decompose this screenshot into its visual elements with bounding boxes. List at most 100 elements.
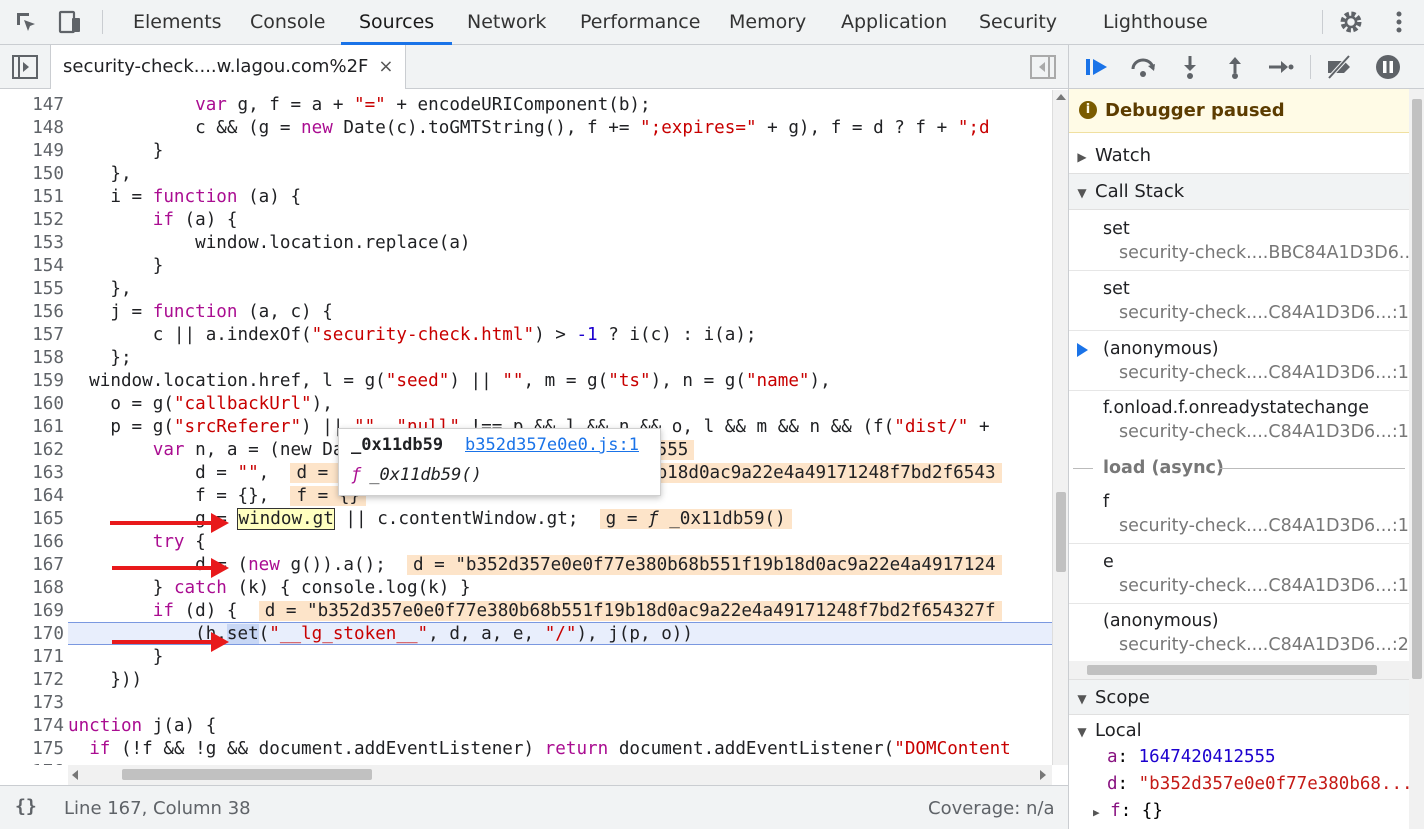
line-number[interactable]: 147 xyxy=(0,94,64,117)
line-number[interactable]: 171 xyxy=(0,646,64,669)
scroll-up-icon[interactable] xyxy=(1056,94,1066,100)
step-out-icon[interactable] xyxy=(1221,53,1249,81)
line-number[interactable]: 168 xyxy=(0,577,64,600)
line-number[interactable]: 170 xyxy=(0,623,64,646)
call-frame[interactable]: f security-check....C84A1D3D6...:13 xyxy=(1069,484,1420,544)
line-number[interactable]: 149 xyxy=(0,140,64,163)
code-line[interactable]: }; xyxy=(68,347,131,370)
scroll-right-icon[interactable] xyxy=(1040,770,1046,780)
line-number[interactable]: 165 xyxy=(0,508,64,531)
line-number[interactable]: 175 xyxy=(0,738,64,761)
line-number[interactable]: 157 xyxy=(0,324,64,347)
tab-performance[interactable]: Performance xyxy=(580,0,700,45)
tab-sources[interactable]: Sources xyxy=(341,0,453,45)
tab-network[interactable]: Network xyxy=(467,0,546,45)
sidebar-vertical-scrollbar[interactable] xyxy=(1409,89,1424,829)
code-line[interactable]: i = function (a) { xyxy=(68,186,301,209)
line-number[interactable]: 148 xyxy=(0,117,64,140)
settings-gear-icon[interactable] xyxy=(1337,8,1365,36)
line-number[interactable]: 156 xyxy=(0,301,64,324)
scroll-left-icon[interactable] xyxy=(72,770,78,780)
call-frame-current[interactable]: (anonymous) security-check....C84A1D3D6.… xyxy=(1069,331,1420,391)
code-line[interactable]: o = g("callbackUrl"), xyxy=(68,393,332,416)
tab-memory[interactable]: Memory xyxy=(729,0,806,45)
line-number[interactable]: 153 xyxy=(0,232,64,255)
scrollbar-thumb[interactable] xyxy=(1087,665,1377,675)
toggle-debugger-icon[interactable] xyxy=(1030,55,1056,79)
line-number[interactable]: 158 xyxy=(0,347,64,370)
line-number[interactable]: 152 xyxy=(0,209,64,232)
line-number[interactable]: 163 xyxy=(0,462,64,485)
line-number[interactable]: 154 xyxy=(0,255,64,278)
line-number[interactable]: 151 xyxy=(0,186,64,209)
coverage-status[interactable]: Coverage: n/a xyxy=(928,798,1055,819)
tab-security[interactable]: Security xyxy=(979,0,1057,45)
code-line[interactable]: if (a) { xyxy=(68,209,238,232)
code-line[interactable]: if (!f && !g && document.addEventListene… xyxy=(68,738,1011,761)
more-options-icon[interactable] xyxy=(1385,8,1413,36)
call-stack-horizontal-scrollbar[interactable] xyxy=(1069,661,1409,679)
scope-variable[interactable]: d: "b352d357e0e0f77e380b68... xyxy=(1107,774,1413,794)
scrollbar-thumb[interactable] xyxy=(1056,492,1066,572)
code-line[interactable]: window.location.href, l = g("seed") || "… xyxy=(68,370,831,393)
toggle-navigator-icon[interactable] xyxy=(12,55,38,79)
code-line[interactable]: }, xyxy=(68,278,131,301)
local-scope-header[interactable]: ▼ Local xyxy=(1069,717,1141,745)
line-number[interactable]: 174 xyxy=(0,715,64,738)
tab-console[interactable]: Console xyxy=(250,0,325,45)
tab-lighthouse[interactable]: Lighthouse xyxy=(1103,0,1208,45)
line-number[interactable]: 172 xyxy=(0,669,64,692)
code-line[interactable]: } xyxy=(68,140,164,163)
code-line[interactable]: } xyxy=(68,646,164,669)
resume-icon[interactable] xyxy=(1083,53,1111,81)
tab-elements[interactable]: Elements xyxy=(133,0,222,45)
line-number[interactable]: 160 xyxy=(0,393,64,416)
code-line[interactable]: window.location.replace(a) xyxy=(68,232,470,255)
step-over-icon[interactable] xyxy=(1129,53,1157,81)
device-toggle-icon[interactable] xyxy=(56,8,84,36)
code-line[interactable]: if (d) { d = "b352d357e0e0f77e380b68b551… xyxy=(68,600,1002,623)
line-number[interactable]: 162 xyxy=(0,439,64,462)
code-line[interactable]: c && (g = new Date(c).toGMTString(), f +… xyxy=(68,117,990,140)
pause-on-exceptions-icon[interactable] xyxy=(1374,53,1402,81)
call-frame[interactable]: (anonymous) security-check....C84A1D3D6.… xyxy=(1069,603,1420,663)
call-stack-section-header[interactable]: ▼ Call Stack xyxy=(1069,174,1409,210)
step-into-icon[interactable] xyxy=(1176,53,1204,81)
code-line[interactable]: }, xyxy=(68,163,131,186)
scope-section-header[interactable]: ▼ Scope xyxy=(1069,679,1409,715)
file-tab[interactable]: security-check....w.lagou.com%2F × xyxy=(50,45,407,89)
scrollbar-thumb[interactable] xyxy=(1412,99,1422,679)
deactivate-breakpoints-icon[interactable] xyxy=(1325,53,1353,81)
code-line[interactable]: })) xyxy=(68,669,142,692)
line-number[interactable]: 159 xyxy=(0,370,64,393)
close-tab-icon[interactable]: × xyxy=(378,56,393,77)
code-line[interactable]: } catch (k) { console.log(k) } xyxy=(68,577,471,600)
popover-source-link[interactable]: b352d357e0e0.js:1 xyxy=(465,435,639,455)
line-number[interactable]: 173 xyxy=(0,692,64,715)
line-number[interactable]: 161 xyxy=(0,416,64,439)
call-frame[interactable]: set security-check....C84A1D3D6...:14 xyxy=(1069,271,1420,331)
call-frame[interactable]: f.onload.f.onreadystatechange security-c… xyxy=(1069,390,1420,450)
line-number[interactable]: 167 xyxy=(0,554,64,577)
watch-section-header[interactable]: ▶ Watch xyxy=(1069,138,1409,174)
tab-application[interactable]: Application xyxy=(841,0,947,45)
inspect-element-icon[interactable] xyxy=(12,8,40,36)
line-number[interactable]: 166 xyxy=(0,531,64,554)
line-number[interactable]: 176 xyxy=(0,761,64,765)
line-number[interactable]: 155 xyxy=(0,278,64,301)
line-number-gutter[interactable]: 147 148 149 150 151 152 153 154 155 156 157 158 159 1… xyxy=(0,90,68,765)
code-line[interactable]: } xyxy=(68,255,164,278)
scrollbar-thumb[interactable] xyxy=(122,769,372,780)
code-line[interactable]: f = {}, f = {} xyxy=(68,485,367,508)
call-frame[interactable]: e security-check....C84A1D3D6...:16 xyxy=(1069,544,1420,604)
step-icon[interactable] xyxy=(1266,53,1294,81)
scope-variable[interactable]: a: 1647420412555 xyxy=(1107,747,1276,767)
code-line[interactable]: g = window.gt || c.contentWindow.gt; g =… xyxy=(68,508,792,531)
expand-triangle-icon[interactable]: ▶ xyxy=(1093,806,1100,819)
code-line[interactable]: try { xyxy=(68,531,206,554)
code-line[interactable]: c || a.indexOf("security-check.html") > … xyxy=(68,324,757,347)
editor-vertical-scrollbar[interactable] xyxy=(1052,90,1068,765)
code-line[interactable]: j = function (a, c) { xyxy=(68,301,332,324)
line-number[interactable]: 164 xyxy=(0,485,64,508)
code-line[interactable]: var g, f = a + "=" + encodeURIComponent(… xyxy=(68,94,650,117)
